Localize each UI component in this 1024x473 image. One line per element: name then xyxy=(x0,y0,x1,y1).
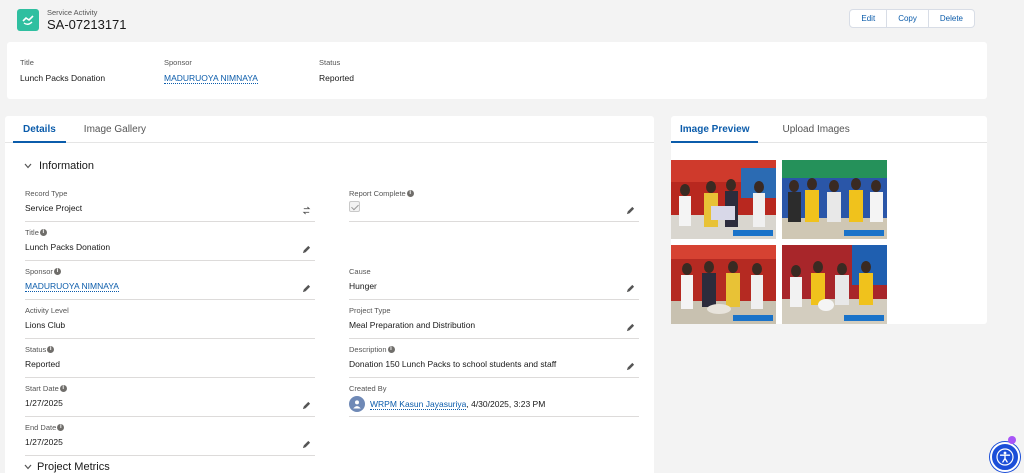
tab-upload-images[interactable]: Upload Images xyxy=(772,116,859,142)
edit-pencil-icon[interactable] xyxy=(625,322,635,332)
details-card: Details Image Gallery Information Record… xyxy=(5,116,654,473)
field-sponsor: Sponsor i MADURUOYA NIMNAYA xyxy=(25,261,315,300)
main-tabs: Details Image Gallery xyxy=(5,116,654,143)
accessibility-widget-button[interactable] xyxy=(990,442,1020,472)
edit-button[interactable]: Edit xyxy=(850,10,888,27)
edit-pencil-icon[interactable] xyxy=(301,400,311,410)
section-information-toggle[interactable]: Information xyxy=(24,160,94,172)
edit-pencil-icon[interactable] xyxy=(301,439,311,449)
field-end-date: End Date i 1/27/2025 xyxy=(25,417,315,456)
info-icon[interactable]: i xyxy=(47,346,55,353)
edit-pencil-icon[interactable] xyxy=(301,283,311,293)
field-activity-level: Activity Level Lions Club xyxy=(25,300,315,339)
change-record-type-icon[interactable] xyxy=(301,205,311,215)
field-project-type: Project Type Meal Preparation and Distri… xyxy=(349,300,639,339)
field-start-date: Start Date i 1/27/2025 xyxy=(25,378,315,417)
gallery-thumbnail[interactable] xyxy=(671,160,776,239)
info-icon[interactable]: i xyxy=(53,268,61,275)
highlight-status: Status Reported xyxy=(319,58,354,83)
sponsor-field-link[interactable]: MADURUOYA NIMNAYA xyxy=(25,281,119,292)
tab-image-preview[interactable]: Image Preview xyxy=(671,116,759,143)
next-section-title: Project Metrics xyxy=(37,461,110,473)
chevron-down-icon xyxy=(24,461,32,473)
edit-pencil-icon[interactable] xyxy=(625,361,635,371)
section-project-metrics-toggle[interactable]: Project Metrics xyxy=(24,461,110,473)
info-icon[interactable]: i xyxy=(57,424,65,431)
accessibility-icon xyxy=(996,448,1014,466)
side-tabs: Image Preview Upload Images xyxy=(671,116,987,143)
info-icon[interactable]: i xyxy=(59,385,67,392)
record-actions: Edit Copy Delete xyxy=(849,9,975,28)
field-status: Status i Reported xyxy=(25,339,315,378)
info-icon[interactable]: i xyxy=(39,229,47,236)
copy-button[interactable]: Copy xyxy=(887,10,929,27)
record-header: Service Activity SA-07213171 xyxy=(17,5,127,35)
created-by-user-link[interactable]: WRPM Kasun Jayasuriya xyxy=(370,399,467,410)
highlight-sponsor: Sponsor MADURUOYA NIMNAYA xyxy=(164,58,258,84)
edit-pencil-icon[interactable] xyxy=(625,205,635,215)
section-title: Information xyxy=(39,160,95,172)
info-icon[interactable]: i xyxy=(406,190,414,197)
edit-pencil-icon[interactable] xyxy=(301,244,311,254)
field-created-by: Created By WRPM Kasun Jayasuriya , 4/30/… xyxy=(349,378,639,417)
gallery-thumbnail[interactable] xyxy=(671,245,776,324)
field-description: Description i Donation 150 Lunch Packs to… xyxy=(349,339,639,378)
info-icon[interactable]: i xyxy=(387,346,395,353)
sponsor-link[interactable]: MADURUOYA NIMNAYA xyxy=(164,73,258,84)
edit-pencil-icon[interactable] xyxy=(625,283,635,293)
tab-details[interactable]: Details xyxy=(13,116,66,143)
field-report-complete: Report Complete i xyxy=(349,183,639,222)
highlight-title: Title Lunch Packs Donation xyxy=(20,58,106,83)
highlights-panel: Title Lunch Packs Donation Sponsor MADUR… xyxy=(7,42,987,99)
delete-button[interactable]: Delete xyxy=(929,10,974,27)
notification-dot xyxy=(1008,436,1016,444)
gallery-thumbnail[interactable] xyxy=(782,160,887,239)
record-name: SA-07213171 xyxy=(47,17,127,32)
field-record-type: Record Type Service Project xyxy=(25,183,315,222)
field-cause: Cause Hunger xyxy=(349,261,639,300)
tab-image-gallery[interactable]: Image Gallery xyxy=(74,116,156,142)
chevron-down-icon xyxy=(24,161,34,171)
report-complete-checkbox xyxy=(349,201,360,212)
field-title: Title i Lunch Packs Donation xyxy=(25,222,315,261)
created-timestamp: , 4/30/2025, 3:23 PM xyxy=(466,399,546,409)
service-activity-icon xyxy=(17,9,39,31)
user-avatar-icon xyxy=(349,396,365,412)
gallery-thumbnail[interactable] xyxy=(782,245,887,324)
image-preview-card: Image Preview Upload Images xyxy=(671,116,987,324)
